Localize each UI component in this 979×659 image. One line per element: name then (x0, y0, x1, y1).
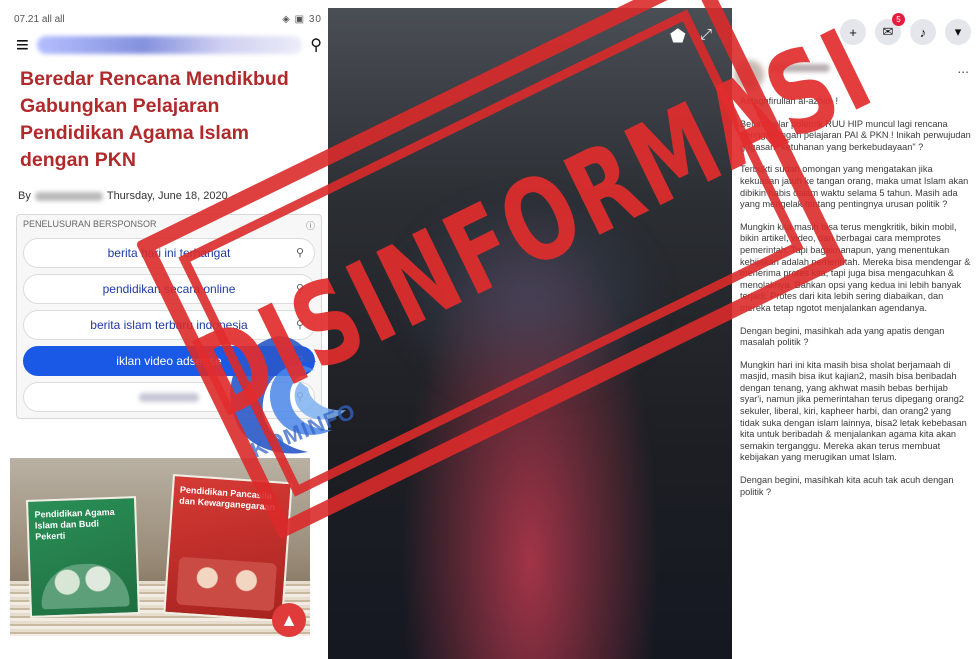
author-name[interactable] (34, 191, 103, 201)
chevron-down-icon[interactable]: ▾ (945, 19, 971, 45)
bell-icon[interactable]: ♪ (910, 19, 936, 45)
article-headline: Beredar Rencana Mendikbud Gabungkan Pela… (20, 68, 289, 171)
messenger-icon[interactable]: ✉ 5 (875, 13, 905, 45)
screenshot-canvas: 07.21 all all ◈ ▣ 30 ≡ ⚲ Beredar Rencana… (0, 0, 979, 659)
post-paragraph: Dengan begini, masihkah ada yang apatis … (740, 325, 945, 348)
post-paragraph: Mungkin hari ini kita masih bisa sholat … (740, 359, 967, 463)
scroll-to-top-button[interactable]: ▲ (272, 603, 306, 637)
chevron-up-icon: ▲ (280, 609, 298, 630)
status-time: 07.21 all all (14, 13, 65, 25)
textbook-pai: Pendidikan Agama Islam dan Budi Pekerti (25, 496, 141, 618)
article-date: Thursday, June 18, 2020 (106, 190, 228, 202)
search-icon[interactable]: ⚲ (310, 35, 322, 55)
site-navbar: ≡ ⚲ (10, 30, 328, 60)
site-logo[interactable] (36, 36, 303, 54)
textbook-pai-title: Pendidikan Agama Islam dan Budi Pekerti (34, 506, 115, 542)
search-pill-label-blurred (139, 392, 199, 402)
post-more-button[interactable]: ... (957, 60, 969, 76)
sponsored-label: PENELUSURAN BERSPONSOR (23, 219, 157, 229)
post-paragraph: Dengan begini, masihkah kita acuh tak ac… (740, 475, 954, 497)
textbook-pkn-illustration (175, 556, 278, 612)
hamburger-icon[interactable]: ≡ (16, 34, 29, 56)
status-bar: 07.21 all all ◈ ▣ 30 (10, 8, 328, 30)
battery-indicator: ◈ ▣ 30 (282, 13, 322, 25)
messenger-badge: 5 (892, 13, 905, 26)
textbook-pai-illustration (40, 562, 130, 610)
byline-prefix: By (18, 190, 31, 202)
